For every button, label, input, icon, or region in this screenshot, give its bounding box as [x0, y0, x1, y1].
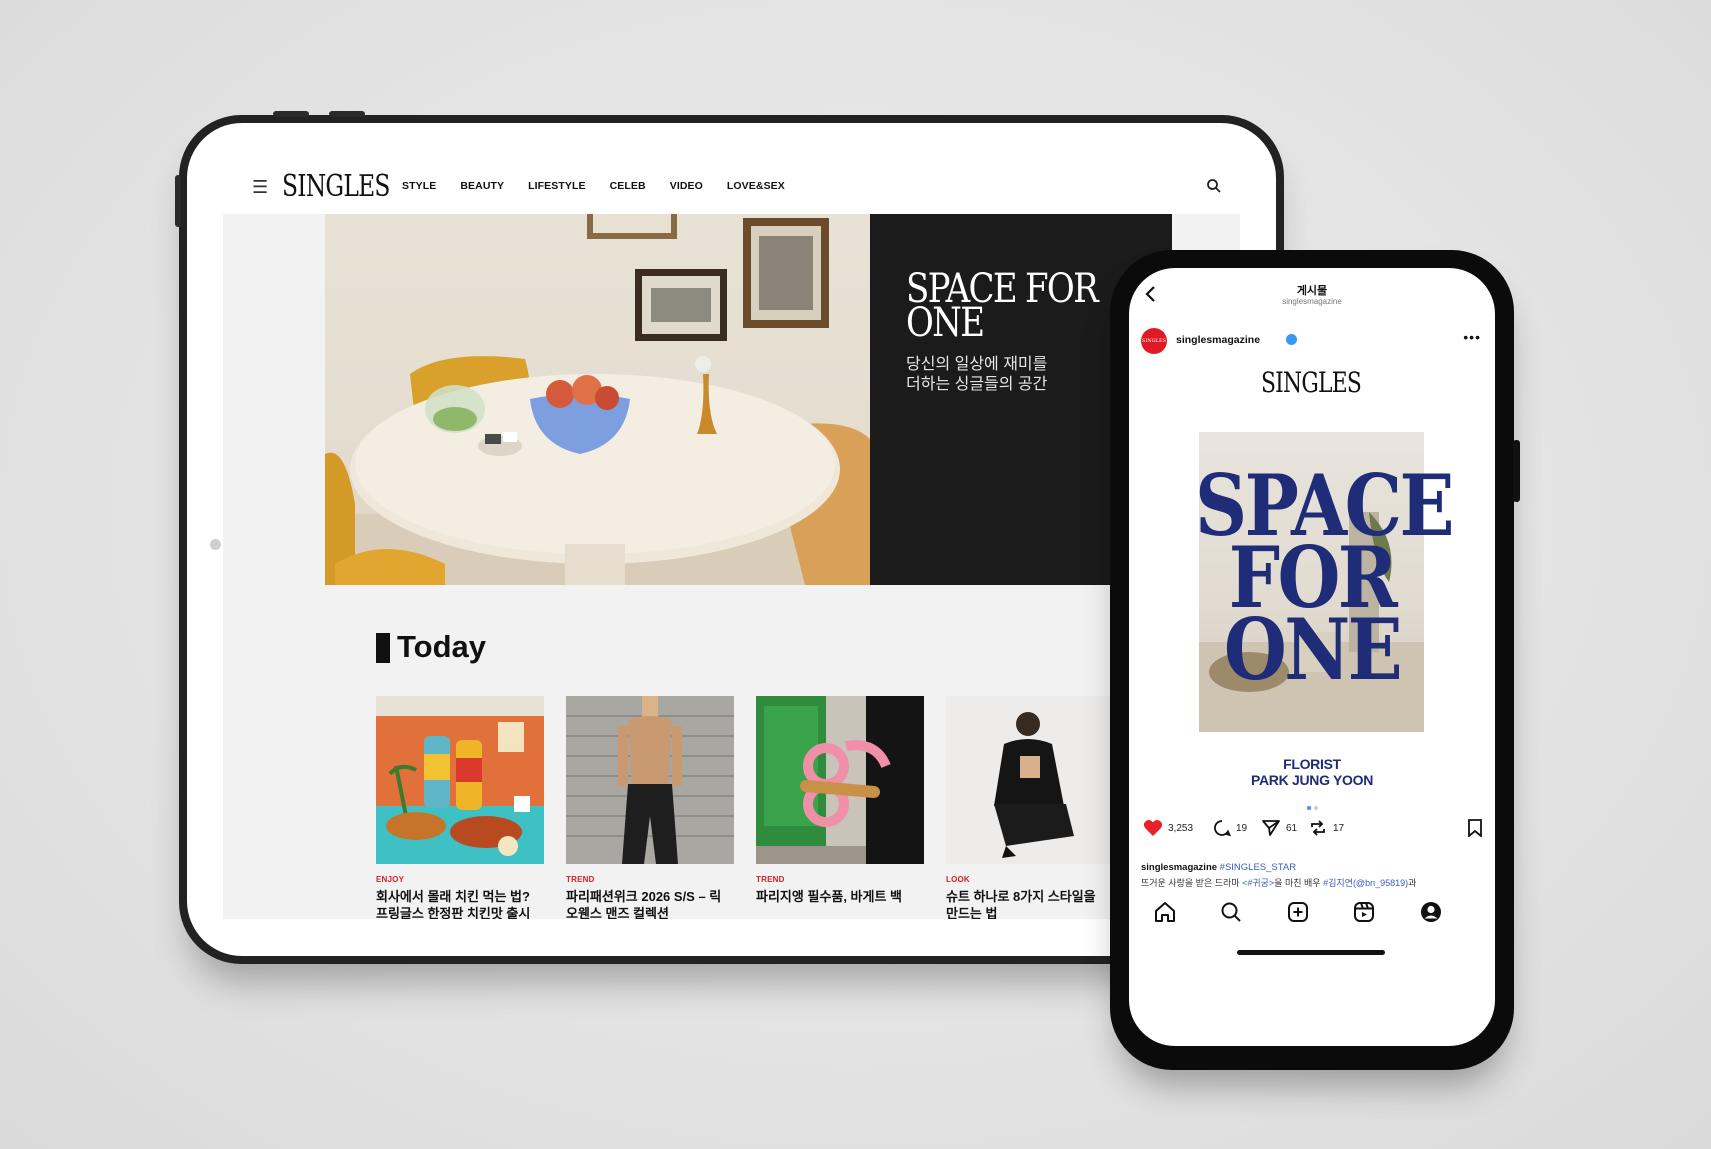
share-button[interactable]: 61 — [1261, 819, 1297, 837]
article-title[interactable]: 파리패션위크 2026 S/S – 릭 오웬스 맨즈 컬렉션 — [566, 888, 734, 919]
home-indicator[interactable] — [1237, 950, 1385, 955]
comment-icon — [1214, 820, 1231, 837]
phone-device: 게시물 singlesmagazine SINGLES singlesmagaz… — [1110, 250, 1520, 1070]
caption-hashtag[interactable]: #김지연 — [1323, 878, 1353, 888]
article-category: TREND — [566, 875, 595, 884]
nav-item-video[interactable]: VIDEO — [670, 180, 703, 192]
article-image[interactable] — [376, 696, 544, 864]
caption-text-part: 을 마친 배우 — [1274, 878, 1324, 888]
like-count: 3,253 — [1168, 822, 1194, 834]
caption-username[interactable]: singlesmagazine — [1141, 862, 1217, 873]
phone-side-button — [1513, 440, 1520, 502]
article-title-line: 프링글스 한정판 치킨맛 출시 — [376, 906, 531, 919]
site-logo[interactable]: SINGLES — [282, 169, 390, 204]
article-title[interactable]: 파리지앵 필수품, 바게트 백 — [756, 888, 924, 905]
phone-screen: 게시물 singlesmagazine SINGLES singlesmagaz… — [1129, 268, 1495, 1046]
carousel-dot — [1307, 806, 1311, 810]
carousel-indicator — [1307, 806, 1318, 810]
reels-icon[interactable] — [1352, 900, 1376, 924]
caption-text-part: 과 — [1408, 878, 1417, 888]
post-username[interactable]: singlesmagazine — [1176, 334, 1260, 346]
hero-image[interactable] — [325, 214, 870, 585]
article-image[interactable] — [566, 696, 734, 864]
hero-title: SPACE FOR ONE — [906, 269, 1127, 343]
caption-text: 뜨거운 사랑을 받은 드라마 <#귀궁>을 마친 배우 #김지연(@bn_958… — [1141, 876, 1486, 889]
article-title-line: 회사에서 몰래 치킨 먹는 법? — [376, 889, 530, 904]
article-title-line: 오웬스 맨즈 컬렉션 — [566, 906, 669, 919]
carousel-dot — [1314, 806, 1318, 810]
profile-icon[interactable] — [1419, 900, 1443, 924]
nav-item-lovesex[interactable]: LOVE&SEX — [727, 180, 785, 192]
post-subtitle: FLORIST PARK JUNG YOON — [1129, 756, 1495, 788]
nav-item-style[interactable]: STYLE — [402, 180, 436, 192]
article-category: ENJOY — [376, 875, 405, 884]
page-title: 게시물 — [1296, 285, 1328, 297]
caption-hashtag[interactable]: <#귀궁> — [1242, 878, 1274, 888]
repost-count: 17 — [1333, 822, 1345, 834]
article-title-line: 파리지앵 필수품, 바게트 백 — [756, 889, 903, 904]
site-header: ☰ SINGLES STYLE BEAUTY LIFESTYLE CELEB V… — [223, 159, 1240, 214]
tablet-button — [273, 111, 309, 117]
article-card[interactable]: ENJOY 회사에서 몰래 치킨 먹는 법? 프링글스 한정판 치킨맛 출시 — [376, 696, 544, 919]
nav-item-lifestyle[interactable]: LIFESTYLE — [528, 180, 586, 192]
article-title-line: 파리패션위크 2026 S/S – 릭 — [566, 889, 722, 904]
create-icon[interactable] — [1286, 900, 1310, 924]
article-category: TREND — [756, 875, 785, 884]
caption-header: singlesmagazine #SINGLES_STAR — [1141, 862, 1296, 873]
article-card[interactable]: TREND 파리패션위크 2026 S/S – 릭 오웬스 맨즈 컬렉션 — [566, 696, 734, 919]
article-card[interactable]: TREND 파리지앵 필수품, 바게트 백 — [756, 696, 924, 905]
article-title-line: 만드는 법 — [946, 906, 998, 919]
verified-badge-icon — [1286, 334, 1297, 345]
post-image[interactable]: SINGLES SPACE FOR ONE FLORIST PARK JUNG … — [1129, 360, 1495, 796]
post-subtitle-line: PARK JUNG YOON — [1250, 772, 1374, 788]
main-nav: STYLE BEAUTY LIFESTYLE CELEB VIDEO LOVE&… — [402, 180, 809, 192]
post-subtitle-line: FLORIST — [1283, 756, 1341, 772]
share-count: 61 — [1286, 822, 1298, 834]
hamburger-icon[interactable]: ☰ — [252, 178, 268, 196]
article-title[interactable]: 슈트 하나로 8가지 스타일을 만드는 법 — [946, 888, 1114, 919]
section-marker — [376, 633, 390, 663]
article-category: LOOK — [946, 875, 970, 884]
caption-mention[interactable]: (@bn_95819) — [1353, 878, 1408, 888]
tablet-camera — [210, 539, 221, 550]
section-title: Today — [397, 629, 486, 664]
comment-count: 19 — [1236, 822, 1248, 834]
article-image[interactable] — [946, 696, 1114, 864]
page-subtitle: singlesmagazine — [1282, 297, 1342, 306]
avatar[interactable]: SINGLES — [1141, 328, 1167, 354]
caption-text-part: 뜨거운 사랑을 받은 드라마 — [1141, 878, 1243, 888]
post-actions: 3,253 19 61 17 — [1143, 819, 1483, 841]
nav-item-celeb[interactable]: CELEB — [610, 180, 646, 192]
tablet-side-button — [175, 175, 181, 227]
like-button[interactable]: 3,253 — [1143, 819, 1193, 837]
caption-hashtag[interactable]: #SINGLES_STAR — [1220, 862, 1296, 873]
nav-item-beauty[interactable]: BEAUTY — [460, 180, 504, 192]
post-headline-line: ONE — [1223, 600, 1403, 699]
heart-icon — [1143, 820, 1163, 836]
bottom-nav — [1129, 900, 1495, 930]
repost-icon — [1311, 820, 1325, 836]
more-options-icon[interactable]: ••• — [1463, 329, 1481, 345]
post-logo: SINGLES — [1261, 366, 1362, 399]
singles-website: ☰ SINGLES STYLE BEAUTY LIFESTYLE CELEB V… — [223, 159, 1240, 919]
tablet-button — [329, 111, 365, 117]
article-title[interactable]: 회사에서 몰래 치킨 먹는 법? 프링글스 한정판 치킨맛 출시 — [376, 888, 544, 919]
repost-button[interactable]: 17 — [1308, 819, 1344, 837]
send-icon — [1262, 820, 1280, 836]
search-icon[interactable] — [1219, 900, 1243, 924]
search-icon[interactable] — [1206, 178, 1222, 194]
article-card[interactable]: LOOK 슈트 하나로 8가지 스타일을 만드는 법 — [946, 696, 1114, 919]
bookmark-icon[interactable] — [1467, 819, 1483, 837]
comment-button[interactable]: 19 — [1213, 819, 1247, 837]
post-headline: SPACE FOR ONE — [1195, 464, 1455, 699]
article-title-line: 슈트 하나로 8가지 스타일을 — [946, 889, 1096, 904]
article-image[interactable] — [756, 696, 924, 864]
home-icon[interactable] — [1153, 900, 1177, 924]
